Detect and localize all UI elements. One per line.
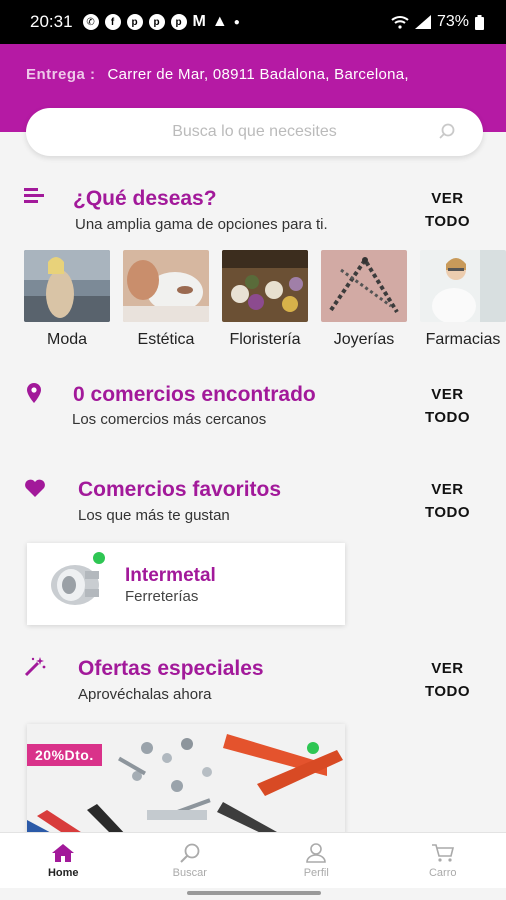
favorites-subtitle: Los que más te gustan <box>78 507 230 524</box>
category-image <box>420 250 506 322</box>
favorites-see-all-button[interactable]: VER TODO <box>425 478 470 524</box>
search-input[interactable] <box>94 123 415 141</box>
magic-wand-icon <box>24 657 46 677</box>
battery-icon <box>475 14 484 30</box>
nav-label: Perfil <box>303 867 329 879</box>
offers-title: Ofertas especiales <box>78 657 264 680</box>
category-moda[interactable]: Moda <box>24 250 110 349</box>
home-icon <box>52 844 75 862</box>
nav-label: Home <box>47 867 79 879</box>
bottom-navigation: Home Buscar Perfil Carro <box>0 832 506 888</box>
category-label: Joyerías <box>333 331 395 348</box>
cart-icon <box>431 844 454 862</box>
shop-category: Ferreterías <box>125 588 199 605</box>
heart-icon <box>25 479 45 497</box>
wifi-icon <box>391 16 409 29</box>
gmail-icon: M <box>192 13 206 30</box>
shop-logo <box>51 565 99 605</box>
see-all-label: TODO <box>424 409 470 426</box>
dot-icon: ● <box>233 16 240 28</box>
delivery-address-bar[interactable]: Entrega : Carrer de Mar, 08911 Badalona,… <box>26 66 409 83</box>
offers-see-all-button[interactable]: VER TODO <box>425 657 470 703</box>
shops-subtitle: Los comercios más cercanos <box>72 411 267 428</box>
see-all-label: VER <box>431 481 464 498</box>
discount-badge: 20%Dto. <box>27 744 102 766</box>
see-all-label: TODO <box>424 683 470 700</box>
location-pin-icon <box>27 383 41 403</box>
category-label: Moda <box>46 331 88 348</box>
gesture-home-bar[interactable] <box>187 891 321 895</box>
battery-level: 73% <box>436 13 469 30</box>
signal-icon <box>414 15 431 29</box>
pinterest-icon: p <box>126 14 143 30</box>
category-carousel[interactable]: Moda Estética Floristería Joyerías Farma… <box>24 250 506 350</box>
offer-image <box>27 724 345 836</box>
nav-profile[interactable]: Perfil <box>253 833 380 888</box>
favorite-shop-card[interactable]: Intermetal Ferreterías <box>27 543 345 625</box>
see-all-label: VER <box>431 386 464 403</box>
category-image <box>321 250 407 322</box>
search-icon[interactable] <box>437 122 457 142</box>
category-label: Farmacias <box>425 331 501 348</box>
nav-search[interactable]: Buscar <box>127 833 254 888</box>
nav-home[interactable]: Home <box>0 833 127 888</box>
category-image <box>24 250 110 322</box>
see-all-label: VER <box>431 660 464 677</box>
category-estetica[interactable]: Estética <box>123 250 209 349</box>
online-status-dot <box>93 552 105 564</box>
favorites-title: Comercios favoritos <box>78 478 282 501</box>
status-time: 20:31 <box>30 12 73 31</box>
shops-see-all-button[interactable]: VER TODO <box>425 383 470 429</box>
search-bar[interactable] <box>26 108 483 156</box>
delivery-label: Entrega : <box>26 66 96 83</box>
category-image <box>222 250 308 322</box>
delivery-address: Carrer de Mar, 08911 Badalona, Barcelona… <box>107 66 409 83</box>
user-icon <box>306 843 327 863</box>
facebook-icon: f <box>104 14 121 30</box>
wishes-see-all-button[interactable]: VER TODO <box>425 187 470 233</box>
see-all-label: VER <box>431 190 464 207</box>
search-icon <box>180 843 200 863</box>
category-farmacias[interactable]: Farmacias <box>420 250 506 349</box>
shop-name: Intermetal <box>125 565 216 586</box>
nav-cart[interactable]: Carro <box>380 833 506 888</box>
pinterest-icon: p <box>170 14 187 30</box>
see-all-label: TODO <box>424 213 470 230</box>
category-joyerias[interactable]: Joyerías <box>321 250 407 349</box>
status-bar: 20:31 ✆ f p p p M ▲ ● 73% <box>0 0 506 44</box>
wishes-title: ¿Qué deseas? <box>73 187 217 210</box>
online-status-dot <box>307 742 319 754</box>
nav-label: Carro <box>428 867 457 879</box>
drive-icon: ▲ <box>211 13 228 30</box>
category-image <box>123 250 209 322</box>
nav-label: Buscar <box>172 867 207 879</box>
whatsapp-icon: ✆ <box>82 14 99 30</box>
category-label: Estética <box>137 331 195 348</box>
category-label: Floristería <box>229 331 301 348</box>
offer-card[interactable]: 20%Dto. <box>27 724 345 836</box>
category-floristeria[interactable]: Floristería <box>222 250 308 349</box>
list-icon <box>24 188 44 203</box>
shops-title: 0 comercios encontrado <box>73 383 316 406</box>
see-all-label: TODO <box>424 504 470 521</box>
wishes-subtitle: Una amplia gama de opciones para ti. <box>75 216 328 233</box>
pinterest-icon: p <box>148 14 165 30</box>
offers-subtitle: Aprovéchalas ahora <box>78 686 212 703</box>
